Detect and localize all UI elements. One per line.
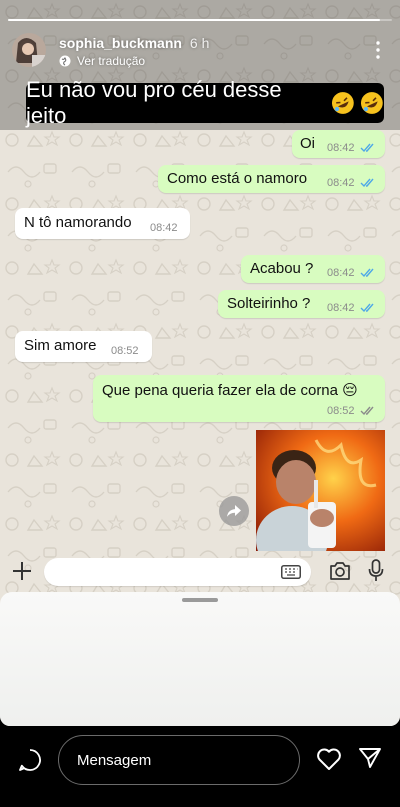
story-caption: Eu não vou pro céu desse jeito [26, 77, 384, 128]
gif-media[interactable] [256, 430, 385, 551]
message-time: 08:42 [327, 177, 355, 189]
globe-icon [59, 55, 71, 67]
caption-text: Eu não vou pro céu desse jeito [26, 77, 282, 128]
story-reply-input[interactable]: Mensagem [58, 735, 300, 785]
double-check-icon [360, 406, 374, 416]
reply-placeholder: Mensagem [77, 752, 152, 769]
username-text[interactable]: sophia_buckmann [59, 35, 182, 51]
mic-icon[interactable] [368, 559, 384, 583]
rofl-emoji [331, 92, 354, 114]
post-time: 6 h [189, 35, 210, 51]
forward-button[interactable] [219, 496, 249, 526]
send-icon[interactable] [358, 746, 382, 770]
chat-message-input[interactable] [44, 558, 311, 586]
message-time: 08:52 [327, 405, 355, 417]
double-check-icon [360, 178, 374, 188]
username[interactable]: sophia_buckmann 6 h [59, 35, 209, 51]
story-progress-fill [8, 19, 381, 21]
plus-icon[interactable] [12, 561, 32, 581]
camera-icon[interactable] [329, 561, 351, 581]
story-view[interactable]: sophia_buckmann 6 h Ver tradução Eu não v… [0, 0, 400, 726]
sheet-handle[interactable] [182, 598, 218, 602]
translate-link[interactable]: Ver tradução [59, 54, 145, 68]
message-time: 08:52 [111, 345, 139, 357]
message-bubble-outgoing[interactable]: Que pena queria fazer ela de corna 😔 08:… [93, 375, 385, 422]
message-text: Como está o namoro [167, 170, 308, 187]
message-text: N tô namorando [24, 214, 132, 231]
message-time: 08:42 [150, 222, 178, 234]
message-text: Oi [300, 135, 315, 152]
more-icon[interactable] [368, 38, 388, 62]
double-check-icon [360, 268, 374, 278]
message-text: Que pena queria fazer ela de corna 😔 [102, 382, 358, 399]
message-bubble-outgoing[interactable]: Solteirinho ? 08:42 [218, 290, 385, 318]
message-bubble-outgoing[interactable]: Como está o namoro 08:42 [158, 165, 385, 193]
translate-label[interactable]: Ver tradução [77, 54, 145, 68]
reply-circle-icon[interactable] [18, 748, 42, 772]
gif-image [256, 430, 385, 551]
message-bubble-outgoing[interactable]: Acabou ? 08:42 [241, 255, 385, 283]
avatar[interactable] [12, 33, 46, 67]
story-reply-bar: Mensagem [0, 726, 400, 807]
double-check-icon [360, 143, 374, 153]
message-time: 08:42 [327, 267, 355, 279]
message-text: Sim amore [24, 337, 97, 354]
double-check-icon [360, 303, 374, 313]
message-time: 08:42 [327, 302, 355, 314]
message-bubble-incoming[interactable]: Sim amore 08:52 [15, 331, 152, 362]
bottom-sheet [0, 592, 400, 726]
story-header: sophia_buckmann 6 h Ver tradução [12, 32, 388, 70]
message-time: 08:42 [327, 142, 355, 154]
message-bubble-incoming[interactable]: N tô namorando 08:42 [15, 208, 190, 239]
message-text: Acabou ? [250, 260, 314, 277]
chat-input-row [0, 552, 400, 592]
forward-icon [227, 505, 241, 517]
rofl-emoji [361, 92, 384, 114]
story-progress-bar [8, 19, 392, 21]
heart-icon[interactable] [316, 747, 342, 771]
keyboard-icon[interactable] [281, 565, 301, 579]
message-bubble-outgoing[interactable]: Oi 08:42 [292, 130, 385, 158]
message-text: Solteirinho ? [227, 295, 311, 312]
